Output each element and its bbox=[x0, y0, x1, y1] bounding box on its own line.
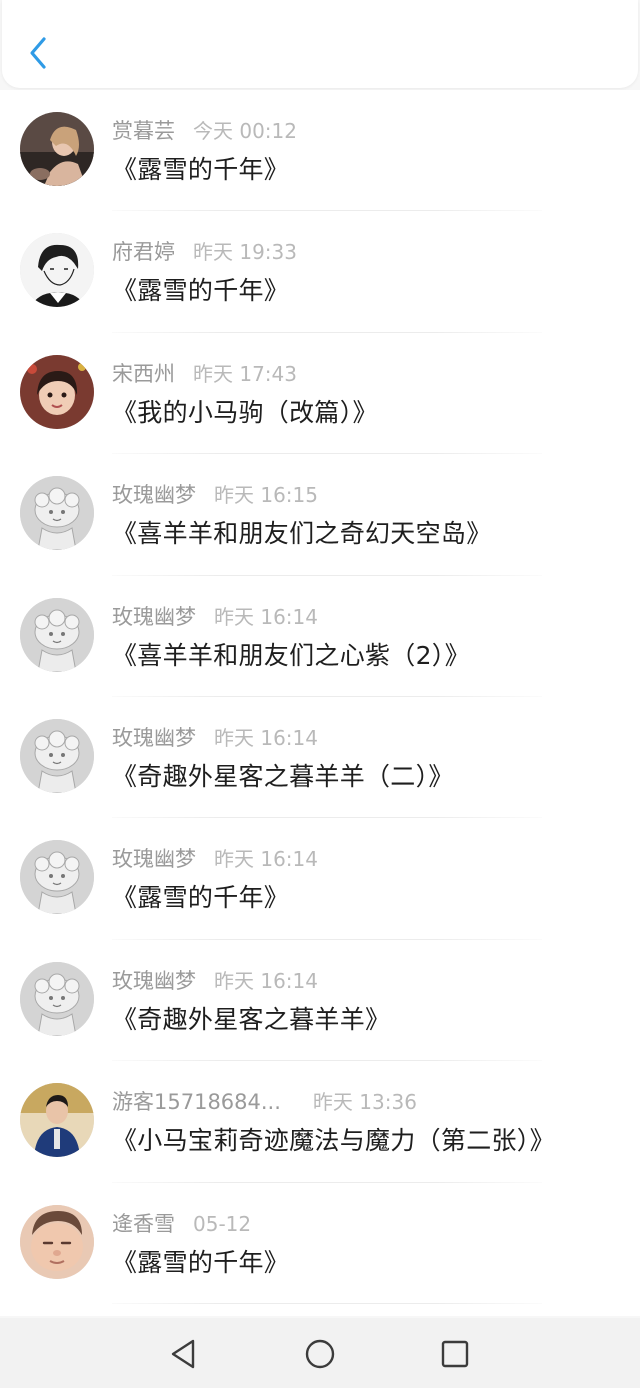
nav-home-button[interactable] bbox=[298, 1332, 342, 1376]
item-title: 《露雪的千年》 bbox=[112, 155, 290, 184]
item-title: 《我的小马驹（改篇）》 bbox=[112, 397, 378, 427]
system-navigation-bar bbox=[0, 1318, 640, 1388]
sender-name: 逄香雪 bbox=[112, 1211, 175, 1236]
item-meta: 赏暮芸 今天 00:12 bbox=[112, 115, 297, 145]
item-meta: 玫瑰幽梦 昨天 16:15 bbox=[112, 479, 318, 509]
sender-name: 玫瑰幽梦 bbox=[112, 604, 196, 629]
item-meta: 府君婷 昨天 19:33 bbox=[112, 236, 297, 266]
sender-name: 玫瑰幽梦 bbox=[112, 725, 196, 750]
avatar[interactable] bbox=[20, 233, 94, 308]
item-title: 《喜羊羊和朋友们之心紫（2）》 bbox=[112, 640, 470, 670]
timestamp: 昨天 13:36 bbox=[312, 1090, 417, 1115]
message-list: 赏暮芸 今天 00:12 《露雪的千年》 府君婷 昨天 19:33 《露雪的千年… bbox=[0, 90, 640, 1316]
timestamp: 昨天 19:33 bbox=[193, 240, 297, 265]
item-title: 《喜羊羊和朋友们之奇幻天空岛》 bbox=[112, 519, 492, 549]
timestamp: 昨天 16:14 bbox=[214, 847, 318, 872]
timestamp: 昨天 16:14 bbox=[214, 725, 318, 750]
list-item[interactable]: 玫瑰幽梦 昨天 16:14 《露雪的千年》 bbox=[0, 818, 640, 940]
avatar[interactable] bbox=[20, 961, 94, 1036]
list-item[interactable]: 玫瑰幽梦 昨天 16:15 《喜羊羊和朋友们之奇幻天空岛》 bbox=[0, 454, 640, 576]
timestamp: 昨天 16:14 bbox=[214, 968, 318, 993]
list-item[interactable]: 玫瑰幽梦 昨天 16:14 《喜羊羊和朋友们之心紫（2）》 bbox=[0, 576, 640, 697]
sender-name: 赏暮芸 bbox=[112, 119, 175, 143]
timestamp: 昨天 17:43 bbox=[193, 361, 297, 386]
list-item[interactable]: 游客15718684... 昨天 13:36 《小马宝莉奇迹魔法与魔力（第二张）… bbox=[0, 1061, 640, 1183]
divider bbox=[112, 1302, 542, 1304]
circle-home-icon bbox=[305, 1339, 335, 1369]
sender-name: 玫瑰幽梦 bbox=[112, 483, 196, 508]
item-title: 《小马宝莉奇迹魔法与魔力（第二张）》 bbox=[112, 1126, 555, 1156]
avatar[interactable] bbox=[20, 597, 94, 672]
item-title: 《奇趣外星客之暮羊羊》 bbox=[112, 1004, 391, 1034]
avatar[interactable] bbox=[20, 476, 94, 551]
top-bar bbox=[2, 0, 638, 88]
list-item[interactable]: 玫瑰幽梦 昨天 16:14 《奇趣外星客之暮羊羊（二）》 bbox=[0, 697, 640, 819]
sender-name: 游客15718684... bbox=[112, 1090, 281, 1115]
sender-name: 玫瑰幽梦 bbox=[112, 968, 196, 993]
avatar[interactable] bbox=[20, 354, 94, 429]
item-meta: 玫瑰幽梦 昨天 16:14 bbox=[112, 965, 318, 995]
avatar[interactable] bbox=[20, 1083, 94, 1158]
sender-name: 宋西州 bbox=[112, 361, 175, 386]
list-item[interactable]: 宋西州 昨天 17:43 《我的小马驹（改篇）》 bbox=[0, 333, 640, 455]
avatar[interactable] bbox=[20, 112, 94, 186]
square-recents-icon bbox=[441, 1340, 469, 1368]
chevron-left-icon bbox=[30, 37, 46, 69]
item-meta: 玫瑰幽梦 昨天 16:14 bbox=[112, 722, 318, 752]
list-item[interactable]: 玫瑰幽梦 昨天 16:14 《奇趣外星客之暮羊羊》 bbox=[0, 940, 640, 1062]
nav-back-button[interactable] bbox=[161, 1332, 205, 1376]
timestamp: 昨天 16:14 bbox=[214, 604, 318, 629]
nav-recents-button[interactable] bbox=[433, 1332, 477, 1376]
list-item[interactable]: 府君婷 昨天 19:33 《露雪的千年》 bbox=[0, 211, 640, 333]
triangle-back-icon bbox=[171, 1339, 195, 1369]
sender-name: 玫瑰幽梦 bbox=[112, 847, 196, 872]
item-title: 《露雪的千年》 bbox=[112, 1247, 290, 1277]
item-meta: 逄香雪 05-12 bbox=[112, 1208, 251, 1238]
list-item[interactable]: 赏暮芸 今天 00:12 《露雪的千年》 bbox=[0, 90, 640, 212]
timestamp: 今天 00:12 bbox=[193, 119, 297, 143]
item-meta: 宋西州 昨天 17:43 bbox=[112, 358, 297, 388]
item-title: 《露雪的千年》 bbox=[112, 276, 290, 306]
timestamp: 昨天 16:15 bbox=[214, 483, 318, 508]
avatar[interactable] bbox=[20, 840, 94, 915]
item-meta: 游客15718684... 昨天 13:36 bbox=[112, 1086, 417, 1116]
avatar[interactable] bbox=[20, 1204, 94, 1279]
sender-name: 府君婷 bbox=[112, 240, 175, 265]
item-title: 《露雪的千年》 bbox=[112, 883, 290, 913]
avatar[interactable] bbox=[20, 718, 94, 793]
list-item[interactable]: 逄香雪 05-12 《露雪的千年》 bbox=[0, 1183, 640, 1304]
item-meta: 玫瑰幽梦 昨天 16:14 bbox=[112, 601, 318, 631]
timestamp: 05-12 bbox=[193, 1211, 252, 1236]
item-meta: 玫瑰幽梦 昨天 16:14 bbox=[112, 843, 318, 873]
item-title: 《奇趣外星客之暮羊羊（二）》 bbox=[112, 761, 454, 791]
back-button[interactable] bbox=[16, 30, 60, 76]
